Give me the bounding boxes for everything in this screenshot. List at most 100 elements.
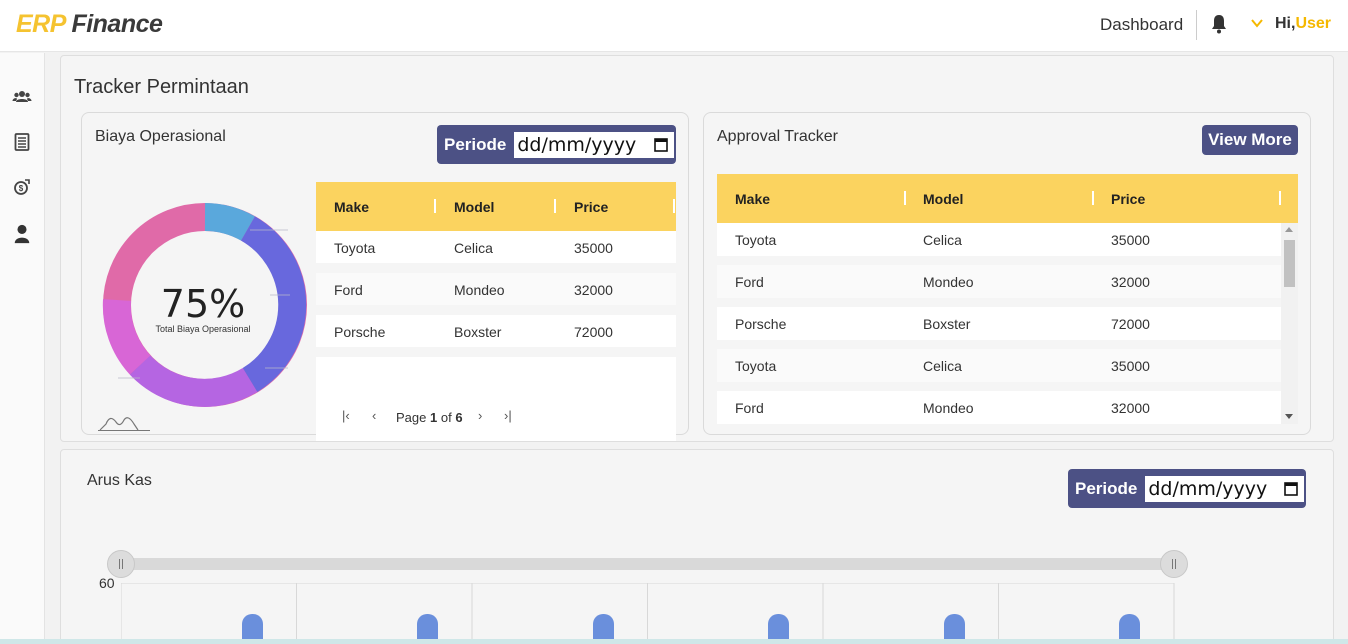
col-separator[interactable] [1279,191,1281,205]
nav-divider [1196,10,1197,40]
biaya-periode: Periode dd/mm/yyyy [437,125,676,164]
col-price[interactable]: Price [1111,174,1145,223]
cell-make: Ford [735,274,764,290]
date-placeholder: dd/mm/yyyy [1148,477,1268,500]
scroll-down-arrow-icon[interactable] [1285,414,1293,419]
range-slider-right-handle[interactable] [1160,550,1188,578]
user-greeting[interactable]: Hi,User [1275,15,1331,33]
money-icon[interactable]: $ [12,177,32,197]
users-icon[interactable] [12,87,32,107]
cell-make: Toyota [334,240,376,256]
ledger-icon[interactable] [12,132,32,152]
table-row[interactable]: Porsche Boxster 72000 [316,315,676,347]
row-gap [316,347,676,357]
arus-kas-periode: Periode dd/mm/yyyy [1068,469,1306,508]
date-placeholder: dd/mm/yyyy [517,133,637,156]
approval-table-header: Make Model Price [717,174,1298,223]
greeting-user: User [1295,15,1332,32]
logo-erp-text: ERP [16,10,65,38]
tracker-title: Tracker Permintaan [74,76,249,98]
cell-model: Boxster [923,316,971,332]
table-row[interactable]: Toyota Celica 35000 [316,231,676,263]
donut-percent: 75% [160,282,246,326]
first-page-icon[interactable]: |‹ [342,408,350,423]
person-icon[interactable] [12,224,32,244]
col-price[interactable]: Price [574,182,608,231]
app-logo[interactable]: ERP Finance [16,10,163,39]
cell-price: 32000 [574,282,613,298]
cell-model: Celica [923,358,962,374]
range-slider-left-handle[interactable] [107,550,135,578]
table-row[interactable]: Toyota Celica 35000 [717,349,1281,382]
calendar-icon[interactable] [654,137,669,152]
svg-text:$: $ [19,184,24,193]
scroll-thumb[interactable] [1284,240,1295,287]
approval-table: Make Model Price Toyota Celica 35000 For… [717,174,1298,424]
bell-icon[interactable] [1210,14,1228,34]
vertical-scrollbar[interactable] [1281,223,1298,424]
last-page-icon[interactable]: ›| [504,408,512,423]
cell-price: 35000 [1111,232,1150,248]
arus-kas-title: Arus Kas [87,472,152,489]
cell-make: Porsche [735,316,787,332]
table-row[interactable]: Porsche Boxster 72000 [717,307,1281,340]
biaya-date-input[interactable]: dd/mm/yyyy [514,131,675,158]
cell-price: 35000 [574,240,613,256]
cell-make: Ford [735,400,764,416]
col-make[interactable]: Make [334,182,369,231]
approval-title: Approval Tracker [717,128,838,145]
page-indicator: Page 1 of 6 [396,410,463,425]
page-current: 1 [430,410,438,425]
page-of-word: of [440,410,452,425]
scroll-up-arrow-icon[interactable] [1285,227,1293,232]
range-slider-track[interactable] [121,558,1176,570]
page-total: 6 [455,410,463,425]
y-axis-tick-60: 60 [99,575,115,591]
cell-make: Porsche [334,324,386,340]
cell-model: Celica [454,240,493,256]
cell-price: 32000 [1111,400,1150,416]
table-row[interactable]: Ford Mondeo 32000 [717,391,1281,424]
col-make[interactable]: Make [735,174,770,223]
periode-label: Periode [444,134,507,154]
page-word: Page [396,410,427,425]
logo-finance-text: Finance [71,10,163,38]
biaya-table: Make Model Price Toyota Celica 35000 For… [316,182,676,441]
view-more-button[interactable]: View More [1202,125,1298,155]
table-row[interactable]: Toyota Celica 35000 [717,223,1281,256]
arus-kas-date-input[interactable]: dd/mm/yyyy [1145,475,1305,502]
cell-make: Toyota [735,358,777,374]
next-page-icon[interactable]: › [478,408,482,423]
col-separator[interactable] [904,191,906,205]
col-model[interactable]: Model [454,182,494,231]
table-row[interactable]: Ford Mondeo 32000 [717,265,1281,298]
donut-segment-blue [204,203,255,241]
col-separator[interactable] [673,199,675,213]
arus-kas-chart [121,583,1175,644]
col-separator[interactable] [554,199,556,213]
col-separator[interactable] [434,199,436,213]
cell-make: Toyota [735,232,777,248]
biaya-table-header: Make Model Price [316,182,676,231]
donut-caption: Total Biaya Operasional [155,324,251,334]
nav-dashboard-link[interactable]: Dashboard [1100,15,1183,35]
table-row[interactable]: Ford Mondeo 32000 [316,273,676,305]
chevron-down-icon[interactable] [1250,17,1264,29]
col-separator[interactable] [1092,191,1094,205]
cell-price: 72000 [1111,316,1150,332]
sidebar: $ [0,53,45,644]
top-bar: ERP Finance Dashboard Hi,User [0,0,1348,52]
cell-price: 72000 [574,324,613,340]
donut-segment-purple [129,355,258,407]
cell-make: Ford [334,282,363,298]
calendar-icon[interactable] [1284,481,1299,496]
col-model[interactable]: Model [923,174,963,223]
cell-model: Mondeo [454,282,505,298]
cell-price: 32000 [1111,274,1150,290]
cell-model: Mondeo [923,400,974,416]
biaya-title: Biaya Operasional [95,128,226,145]
row-gap [316,263,676,273]
prev-page-icon[interactable]: ‹ [372,408,376,423]
bottom-strip [0,639,1348,644]
table-pager: |‹ ‹ Page 1 of 6 › ›| [342,408,542,428]
